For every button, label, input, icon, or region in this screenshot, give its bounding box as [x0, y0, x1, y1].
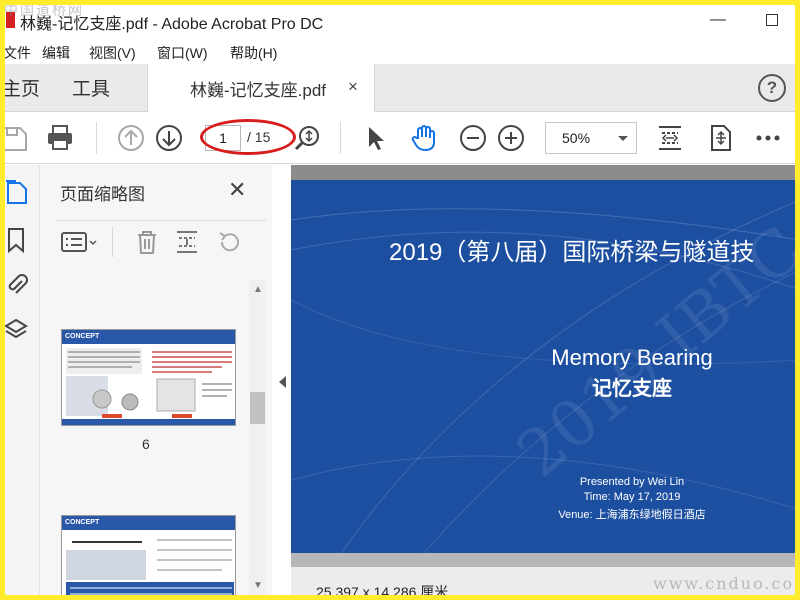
- slide-venue: Venue: 上海浦东绿地假日酒店: [558, 509, 706, 521]
- thumbnail-options-icon[interactable]: [60, 229, 98, 255]
- select-arrow-icon[interactable]: [363, 124, 391, 152]
- thumbnail-header: CONCEPT: [62, 330, 235, 344]
- tab-home[interactable]: 主页: [2, 74, 40, 101]
- page-size-readout: 25.397 x 14.286 厘米: [316, 584, 449, 600]
- print-icon[interactable]: [46, 124, 74, 152]
- slide-title: 2019（第八届）国际桥梁与隧道技: [389, 239, 755, 266]
- panel-toolbar: [56, 220, 266, 260]
- tab-bar: 主页 工具 林巍-记忆支座.pdf × ?: [0, 64, 800, 112]
- scrollbar-thumb[interactable]: [250, 392, 265, 424]
- toolbar: 1 / 15 50%: [0, 112, 800, 164]
- document-view[interactable]: 2019 IBTC 2019（第八届）国际桥梁与隧道技 Memory Beari…: [291, 165, 800, 600]
- scroll-down-arrow-icon[interactable]: ▼: [253, 580, 263, 591]
- tab-close-icon[interactable]: ×: [348, 77, 358, 97]
- menu-bar: 文件 编辑 视图(V) 窗口(W) 帮助(H): [0, 40, 800, 64]
- panel-close-icon[interactable]: ✕: [228, 177, 246, 203]
- more-tools-icon[interactable]: [754, 124, 782, 152]
- page-gap: [291, 553, 800, 567]
- attachment-icon[interactable]: [4, 271, 28, 297]
- zoom-in-icon[interactable]: [497, 124, 525, 152]
- acrobat-window: 中国道桥网 林巍-记忆支座.pdf - Adobe Acrobat Pro DC…: [0, 0, 800, 600]
- slide-subtitle-cn: 记忆支座: [592, 378, 672, 400]
- tab-document-label: 林巍-记忆支座.pdf: [190, 81, 327, 100]
- status-bar: 25.397 x 14.286 厘米 www.cnduo.com: [291, 567, 800, 600]
- watermark-bottom: www.cnduo.com: [653, 574, 800, 593]
- help-icon[interactable]: ?: [758, 74, 786, 102]
- next-page-icon[interactable]: [155, 124, 183, 152]
- navigation-pane: [0, 165, 40, 600]
- full-screen-icon[interactable]: [706, 124, 734, 152]
- tab-document[interactable]: 林巍-记忆支座.pdf ×: [147, 64, 375, 112]
- scroll-up-arrow-icon[interactable]: ▲: [253, 284, 263, 295]
- toolbar-separator: [340, 122, 341, 154]
- page-thumbnail-7[interactable]: CONCEPT: [61, 515, 236, 600]
- page-thumbnail-6[interactable]: CONCEPT: [61, 329, 236, 426]
- maximize-icon: [766, 13, 778, 26]
- page-thumbnails-icon[interactable]: [4, 179, 28, 205]
- title-bar: 中国道桥网 林巍-记忆支座.pdf - Adobe Acrobat Pro DC…: [0, 0, 800, 40]
- hand-tool-icon[interactable]: [410, 124, 438, 152]
- panel-title: 页面缩略图: [60, 185, 145, 204]
- fit-page-icon[interactable]: [656, 124, 684, 152]
- thumbnail-page-number: 6: [142, 436, 150, 452]
- red-annotation-circle: [200, 119, 296, 155]
- maximize-button[interactable]: [760, 8, 784, 32]
- tab-tools[interactable]: 工具: [72, 74, 110, 101]
- collapse-pane-arrow-icon[interactable]: [279, 376, 286, 388]
- slide-time: Time: May 17, 2019: [583, 491, 681, 503]
- menu-edit[interactable]: 编辑: [42, 43, 70, 63]
- menu-help[interactable]: 帮助(H): [230, 43, 277, 63]
- thumbnail-header: CONCEPT: [62, 516, 235, 530]
- thumbnail-content: [66, 536, 234, 600]
- slide-page: 2019 IBTC 2019（第八届）国际桥梁与隧道技 Memory Beari…: [291, 180, 800, 568]
- zoom-dropdown[interactable]: 50%: [545, 122, 637, 154]
- bookmark-icon[interactable]: [4, 227, 28, 253]
- menu-view[interactable]: 视图(V): [89, 43, 136, 63]
- thumbnail-scrollbar[interactable]: ▲ ▼: [249, 280, 266, 600]
- thumbnail-footer-bar: [62, 419, 235, 425]
- rotate-page-icon[interactable]: [216, 229, 242, 255]
- chevron-down-icon: [618, 136, 628, 141]
- minimize-button[interactable]: —: [706, 8, 730, 32]
- slide-presenter: Presented by Wei Lin: [579, 476, 685, 488]
- find-zoom-icon[interactable]: [293, 124, 321, 152]
- page-thumbnails-panel: 页面缩略图 ✕ CONCEPT 6 CONCEPT ▲ ▼: [40, 165, 272, 600]
- save-icon[interactable]: [0, 124, 28, 152]
- zoom-out-icon[interactable]: [459, 124, 487, 152]
- delete-page-icon[interactable]: [134, 229, 160, 255]
- layers-icon[interactable]: [4, 317, 28, 343]
- zoom-value: 50%: [562, 130, 591, 146]
- thumbnail-content: [66, 348, 232, 418]
- previous-page-icon[interactable]: [117, 124, 145, 152]
- slide-subtitle-en: Memory Bearing: [551, 345, 713, 370]
- menu-window[interactable]: 窗口(W): [157, 43, 208, 63]
- toolbar-separator: [96, 122, 97, 154]
- window-title: 林巍-记忆支座.pdf - Adobe Acrobat Pro DC: [20, 16, 324, 33]
- insert-page-icon[interactable]: [174, 229, 200, 255]
- menu-file[interactable]: 文件: [3, 43, 31, 63]
- panel-separator: [112, 227, 113, 257]
